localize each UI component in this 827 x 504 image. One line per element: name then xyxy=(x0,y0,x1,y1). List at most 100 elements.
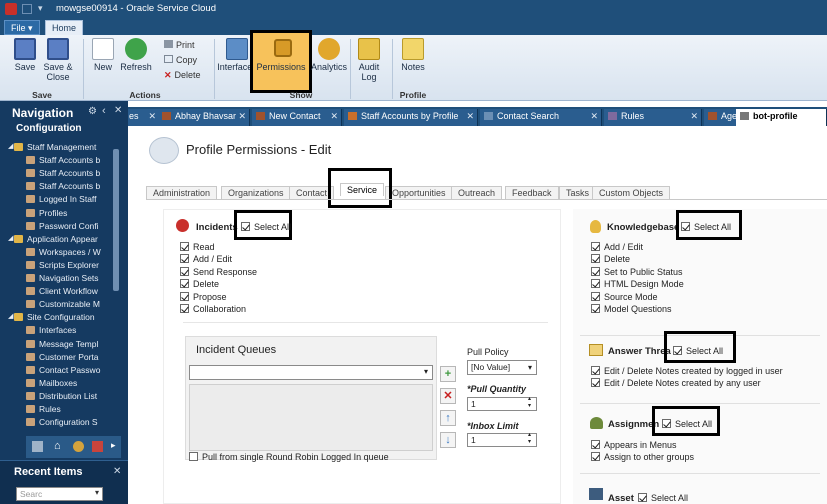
nav-item[interactable]: Staff Accounts b xyxy=(26,155,114,168)
nav-scrollbar[interactable] xyxy=(113,149,119,291)
people-icon[interactable] xyxy=(73,441,84,452)
tasks-icon[interactable] xyxy=(92,441,103,452)
expand-icon[interactable]: ◢ xyxy=(8,234,13,242)
file-tab[interactable]: File ▾ xyxy=(4,20,40,35)
knowledgebase-select-all[interactable]: Select All xyxy=(681,222,731,232)
home-icon[interactable]: ⌂ xyxy=(54,440,61,452)
nav-item[interactable]: Profiles xyxy=(26,208,114,221)
nav-item[interactable]: Rules xyxy=(26,404,114,417)
home-tab[interactable]: Home xyxy=(45,20,84,35)
tab-administration[interactable]: Administration xyxy=(146,186,218,199)
document-tab[interactable]: bot-profile xyxy=(736,109,827,126)
nav-item[interactable]: Message Templ xyxy=(26,339,114,352)
close-tab-icon[interactable]: ✕ xyxy=(590,111,598,122)
nav-item[interactable]: Scripts Explorer xyxy=(26,260,114,273)
nav-item[interactable]: Password Confi xyxy=(26,221,114,234)
permission-checkbox[interactable] xyxy=(591,254,600,264)
audit-log-button[interactable]: Audit Log xyxy=(354,37,384,82)
knowledgebase-permission[interactable]: Add / Edit xyxy=(591,242,643,252)
permission-checkbox[interactable] xyxy=(591,279,600,289)
close-tab-icon[interactable]: ✕ xyxy=(330,111,338,122)
knowledgebase-select-all-checkbox[interactable] xyxy=(681,222,690,231)
chevron-down-icon[interactable]: ▾ xyxy=(424,367,428,376)
recent-close-icon[interactable]: ✕ xyxy=(113,466,121,477)
permissions-button[interactable]: Permissions xyxy=(250,30,312,93)
permission-checkbox[interactable] xyxy=(591,378,600,388)
permission-checkbox[interactable] xyxy=(180,304,189,313)
shortcut-icon[interactable] xyxy=(32,441,43,452)
permission-checkbox[interactable] xyxy=(591,266,600,276)
analytics-button[interactable]: Analytics xyxy=(310,37,348,72)
permission-checkbox[interactable] xyxy=(180,242,189,251)
close-tab-icon[interactable]: ✕ xyxy=(148,111,156,122)
knowledgebase-permission[interactable]: Set to Public Status xyxy=(591,266,683,277)
nav-item[interactable]: Workspaces / W xyxy=(26,247,114,260)
incident-queue-select[interactable] xyxy=(189,365,433,380)
recent-search-input[interactable]: Searc xyxy=(16,487,103,501)
incident-queue-list[interactable] xyxy=(189,384,433,451)
add-queue-button[interactable]: + xyxy=(440,366,456,382)
permission-checkbox[interactable] xyxy=(591,291,600,301)
tab-custom-objects[interactable]: Custom Objects xyxy=(592,186,671,199)
incidents-permission[interactable]: Collaboration xyxy=(180,304,246,314)
nav-close-icon[interactable]: ✕ xyxy=(114,105,122,116)
notes-button[interactable]: Notes xyxy=(396,37,430,72)
move-up-button[interactable]: ↑ xyxy=(440,410,456,426)
more-shortcuts-icon[interactable]: ▸ xyxy=(111,440,116,451)
chevron-down-icon[interactable]: ▾ xyxy=(528,363,532,372)
refresh-button[interactable]: Refresh xyxy=(119,37,153,72)
pull-policy-select[interactable]: [No Value] xyxy=(467,360,537,375)
assignment-select-all[interactable]: Select All xyxy=(662,419,712,429)
assignment-permission[interactable]: Appears in Menus xyxy=(591,440,677,450)
permission-checkbox[interactable] xyxy=(180,254,189,264)
tab-opportunities[interactable]: Opportunities xyxy=(385,186,453,199)
incidents-permission[interactable]: Send Response xyxy=(180,266,257,277)
remove-queue-button[interactable]: ✕ xyxy=(440,388,456,404)
move-down-button[interactable]: ↓ xyxy=(440,432,456,448)
answer-thread-select-all-checkbox[interactable] xyxy=(673,346,682,355)
incidents-select-all-checkbox[interactable] xyxy=(241,222,250,231)
close-tab-icon[interactable]: ✕ xyxy=(238,111,246,122)
spinner-icon[interactable]: ▴ ▾ xyxy=(528,432,531,446)
save-close-button[interactable]: Save & Close xyxy=(40,37,76,82)
answer-thread-permission[interactable]: Edit / Delete Notes created by logged in… xyxy=(591,366,783,376)
assignment-select-all-checkbox[interactable] xyxy=(662,419,671,428)
chevron-down-icon[interactable]: ▾ xyxy=(95,488,99,497)
app-icon[interactable] xyxy=(5,3,17,15)
knowledgebase-permission[interactable]: Model Questions xyxy=(591,304,672,314)
document-tab[interactable]: Abhay Bhavsar ✕ xyxy=(158,109,250,126)
permission-checkbox[interactable] xyxy=(591,452,600,462)
copy-button[interactable]: Copy xyxy=(164,55,197,65)
print-button[interactable]: Print xyxy=(164,40,195,50)
answer-thread-select-all[interactable]: Select All xyxy=(673,346,723,356)
nav-item[interactable]: Contact Passwo xyxy=(26,365,114,378)
tab-organizations[interactable]: Organizations xyxy=(221,186,291,199)
nav-item[interactable]: Logged In Staff xyxy=(26,194,114,207)
nav-item[interactable]: Staff Accounts b xyxy=(26,168,114,181)
permission-checkbox[interactable] xyxy=(591,440,600,449)
inbox-limit-input[interactable]: 1 xyxy=(467,433,537,447)
document-tab[interactable]: Rules ✕ xyxy=(604,109,702,126)
tab-outreach[interactable]: Outreach xyxy=(451,186,503,199)
dropdown-icon[interactable]: ▾ xyxy=(38,3,43,14)
nav-item[interactable]: Staff Accounts b xyxy=(26,181,114,194)
permission-checkbox[interactable] xyxy=(180,266,189,276)
tab-tasks[interactable]: Tasks xyxy=(559,186,597,199)
incidents-permission[interactable]: Delete xyxy=(180,279,219,289)
permission-checkbox[interactable] xyxy=(180,291,189,301)
pull-quantity-input[interactable]: 1 xyxy=(467,397,537,411)
asset-select-all-checkbox[interactable] xyxy=(638,493,647,502)
nav-item[interactable]: Interfaces xyxy=(26,325,114,338)
round-robin-checkbox[interactable] xyxy=(189,452,198,461)
delete-button[interactable]: ✕ Delete xyxy=(164,70,201,81)
document-tab[interactable]: es ✕ xyxy=(128,109,160,126)
incidents-permission[interactable]: Propose xyxy=(180,291,227,302)
close-tab-icon[interactable]: ✕ xyxy=(690,111,698,122)
knowledgebase-permission[interactable]: HTML Design Mode xyxy=(591,279,684,289)
nav-folder[interactable]: ◢ Application Appear xyxy=(8,234,118,247)
expand-icon[interactable]: ◢ xyxy=(8,312,13,320)
close-tab-icon[interactable]: ✕ xyxy=(466,111,474,122)
incidents-permission[interactable]: Add / Edit xyxy=(180,254,232,264)
nav-collapse-icon[interactable]: ‹ xyxy=(102,105,106,117)
quick-access-icon[interactable] xyxy=(22,4,32,14)
